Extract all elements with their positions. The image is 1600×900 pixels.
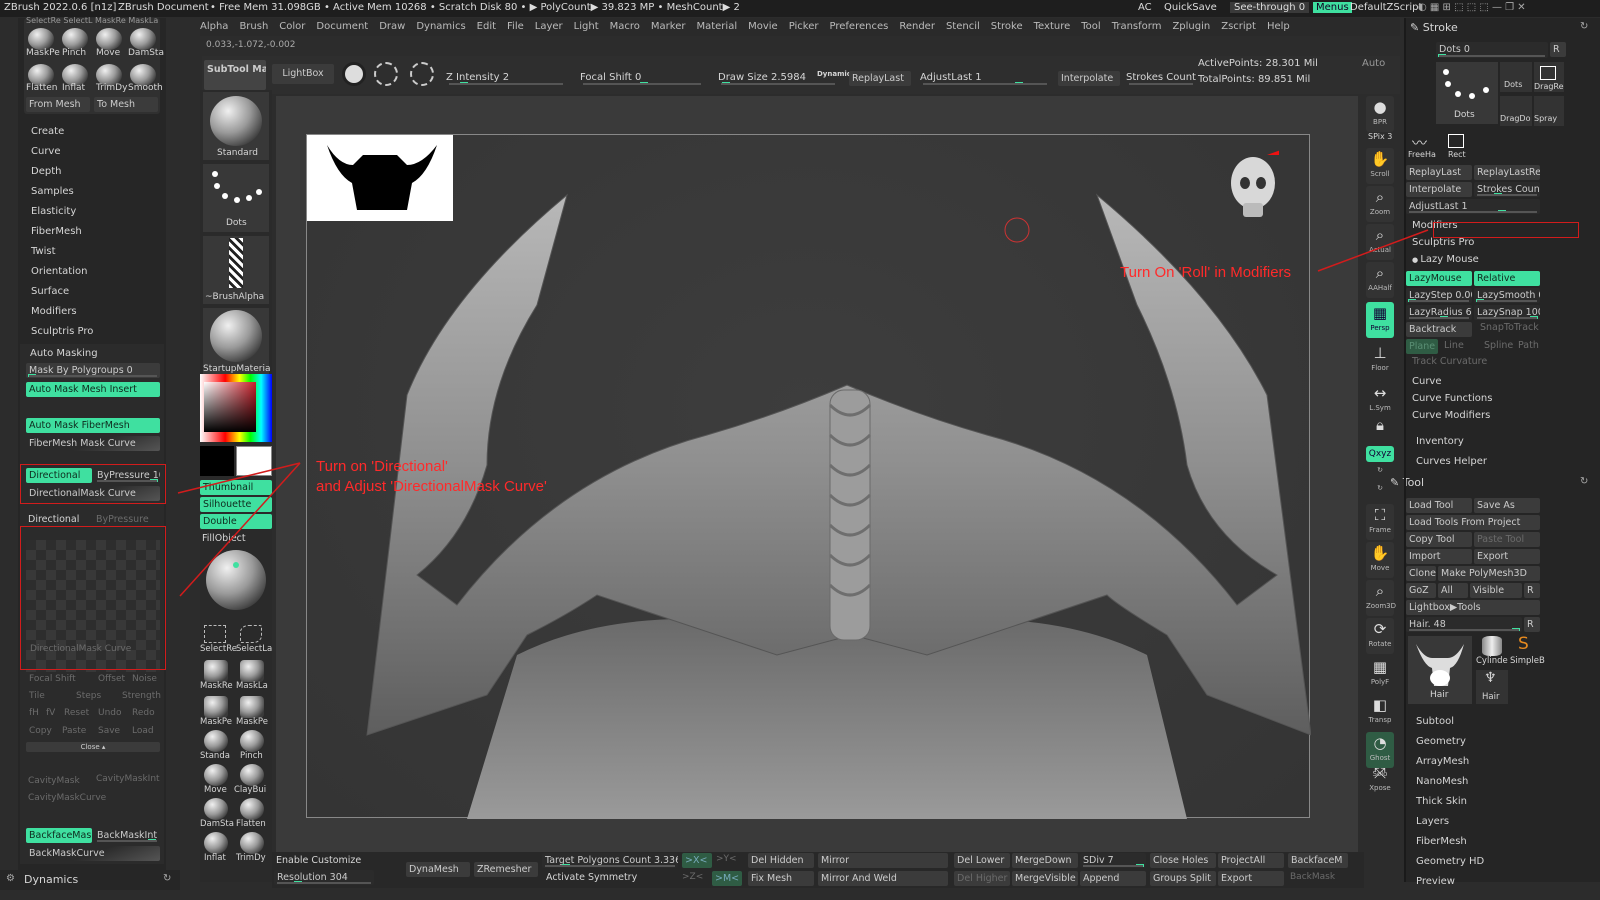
annotation-directional-line2: and Adjust 'DirectionalMask Curve' xyxy=(316,478,547,495)
annotation-directional-line1: Turn on 'Directional' xyxy=(316,458,448,475)
annotation-roll: Turn On 'Roll' in Modifiers xyxy=(1120,264,1292,281)
annotation-arrows xyxy=(177,229,1429,597)
